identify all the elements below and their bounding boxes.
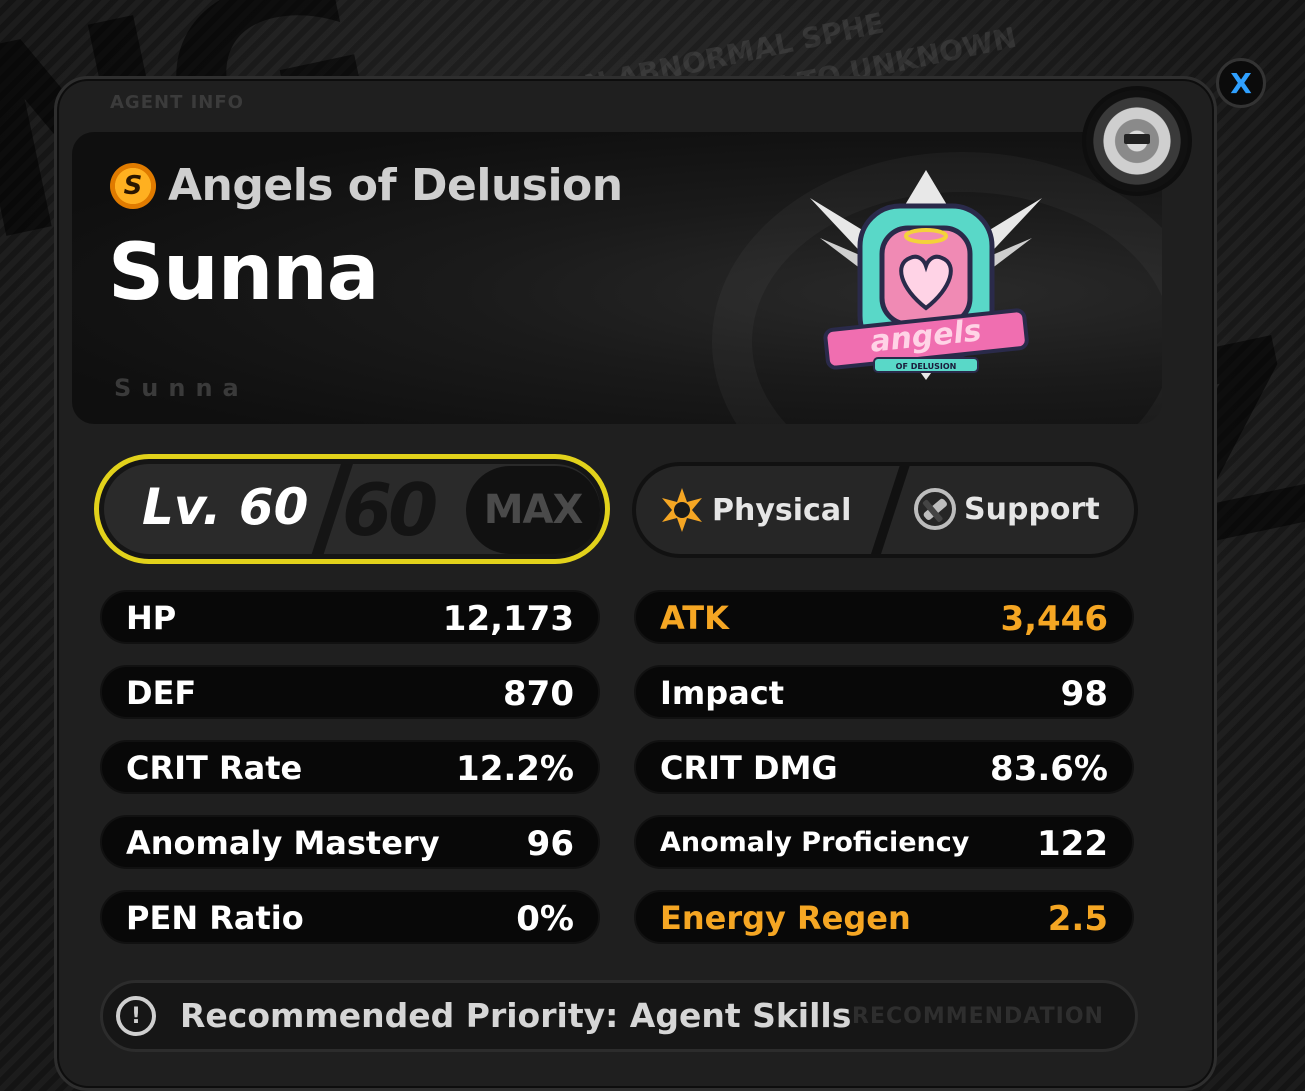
- svg-text:OF DELUSION: OF DELUSION: [896, 362, 957, 371]
- stat-value: 96: [526, 824, 574, 864]
- specialty-label: Support: [964, 491, 1100, 527]
- max-badge-label: MAX: [483, 487, 584, 533]
- recommendation-info-icon: !: [116, 996, 156, 1036]
- stat-name: HP: [126, 599, 177, 637]
- element-attribute[interactable]: Physical: [658, 486, 851, 534]
- agent-name-watermark: Sunna: [114, 374, 249, 402]
- w-engine-disc-icon[interactable]: [1082, 86, 1192, 196]
- agent-name: Sunna: [108, 228, 379, 318]
- recommendation-watermark: RECOMMENDATION: [852, 1004, 1104, 1029]
- stat-name: Energy Regen: [660, 899, 911, 937]
- stat-name: ATK: [660, 599, 729, 637]
- stat-name: Anomaly Mastery: [126, 824, 440, 862]
- stat-row-hp: HP 12,173: [100, 590, 600, 644]
- recommendation-text: Recommended Priority: Agent Skills: [180, 996, 852, 1035]
- faction-name: Angels of Delusion: [168, 160, 623, 211]
- physical-burst-icon: [662, 488, 702, 532]
- stat-name: CRIT DMG: [660, 749, 838, 787]
- stat-value: 0%: [516, 899, 574, 939]
- stat-name: CRIT Rate: [126, 749, 303, 787]
- attribute-divider: [867, 466, 911, 554]
- stat-value: 122: [1037, 824, 1108, 864]
- stat-row-energy-regen: Energy Regen 2.5: [634, 890, 1134, 944]
- stat-value: 98: [1060, 674, 1108, 714]
- stat-name: PEN Ratio: [126, 899, 304, 937]
- stat-row-def: DEF 870: [100, 665, 600, 719]
- stat-row-pen-ratio: PEN Ratio 0%: [100, 890, 600, 944]
- stat-row-anomaly-mastery: Anomaly Mastery 96: [100, 815, 600, 869]
- panel-tag: AGENT INFO: [110, 92, 244, 113]
- stat-name: Impact: [660, 674, 785, 712]
- stat-value: 12,173: [442, 599, 574, 639]
- stat-row-atk: ATK 3,446: [634, 590, 1134, 644]
- close-icon: X: [1230, 66, 1252, 100]
- stat-value: 83.6%: [990, 749, 1108, 789]
- stat-name: DEF: [126, 674, 197, 712]
- element-label: Physical: [712, 492, 852, 528]
- level-label: Lv. 60: [142, 478, 309, 536]
- support-icon: [914, 488, 956, 530]
- stat-row-impact: Impact 98: [634, 665, 1134, 719]
- stat-name: Anomaly Proficiency: [660, 827, 970, 858]
- faction-coin-icon: S: [110, 163, 156, 209]
- stat-value: 3,446: [1000, 599, 1108, 639]
- stat-value: 12.2%: [456, 749, 574, 789]
- max-level-watermark: 60: [342, 468, 438, 552]
- max-badge: MAX: [466, 466, 600, 554]
- stat-row-crit-rate: CRIT Rate 12.2%: [100, 740, 600, 794]
- faction-emblem-icon: angels OF DELUSION: [810, 170, 1042, 380]
- specialty-attribute[interactable]: Support: [912, 486, 1100, 532]
- stat-row-crit-dmg: CRIT DMG 83.6%: [634, 740, 1134, 794]
- stat-value: 870: [503, 674, 574, 714]
- stat-row-anomaly-proficiency: Anomaly Proficiency 122: [634, 815, 1134, 869]
- stat-value: 2.5: [1047, 899, 1108, 939]
- close-button[interactable]: X: [1216, 58, 1266, 108]
